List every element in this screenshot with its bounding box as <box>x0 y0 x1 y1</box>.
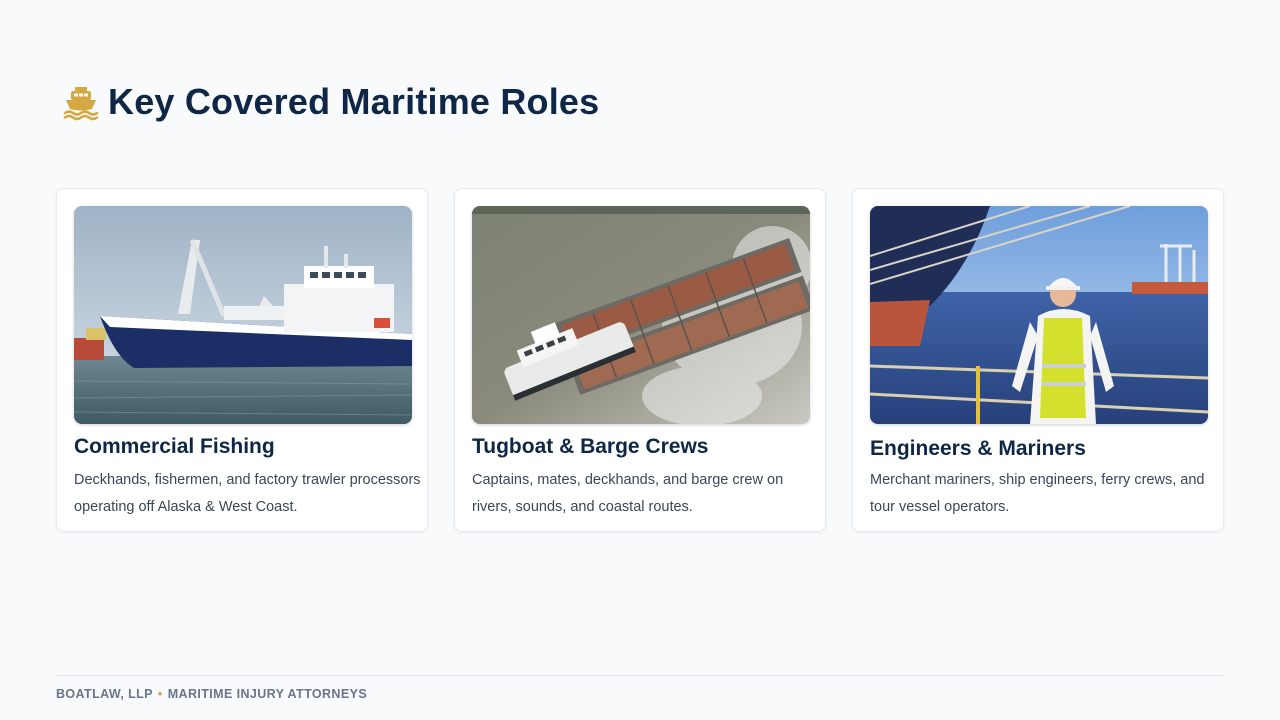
mariner-worker-photo <box>870 206 1208 424</box>
card-title: Engineers & Mariners <box>870 437 1086 460</box>
card-title: Commercial Fishing <box>74 435 275 458</box>
tugboat-barge-photo <box>472 206 810 424</box>
footer-divider <box>56 675 1224 676</box>
card-description: Merchant mariners, ship engineers, ferry… <box>870 472 1205 515</box>
card-commercial-fishing: Commercial Fishing Deckhands, fishermen,… <box>56 188 428 532</box>
footer-tagline: MARITIME INJURY ATTORNEYS <box>167 687 368 701</box>
footer-separator: • <box>157 687 163 701</box>
card-tugboat-barge: Tugboat & Barge Crews Captains, mates, d… <box>454 188 826 532</box>
ship-icon <box>62 83 100 121</box>
card-description: Captains, mates, deckhands, and barge cr… <box>472 472 784 515</box>
card-description: Deckhands, fishermen, and factory trawle… <box>74 472 421 515</box>
page-title: Key Covered Maritime Roles <box>108 81 600 122</box>
fishing-trawler-photo <box>74 206 412 424</box>
card-title: Tugboat & Barge Crews <box>472 435 709 458</box>
roles-card-list: Commercial Fishing Deckhands, fishermen,… <box>56 188 1224 532</box>
footer: BOATLAW, LLP • MARITIME INJURY ATTORNEYS <box>56 687 367 701</box>
footer-company: BOATLAW, LLP <box>56 687 153 701</box>
page-header: Key Covered Maritime Roles <box>62 80 599 124</box>
card-engineers-mariners: Engineers & Mariners Merchant mariners, … <box>852 188 1224 532</box>
